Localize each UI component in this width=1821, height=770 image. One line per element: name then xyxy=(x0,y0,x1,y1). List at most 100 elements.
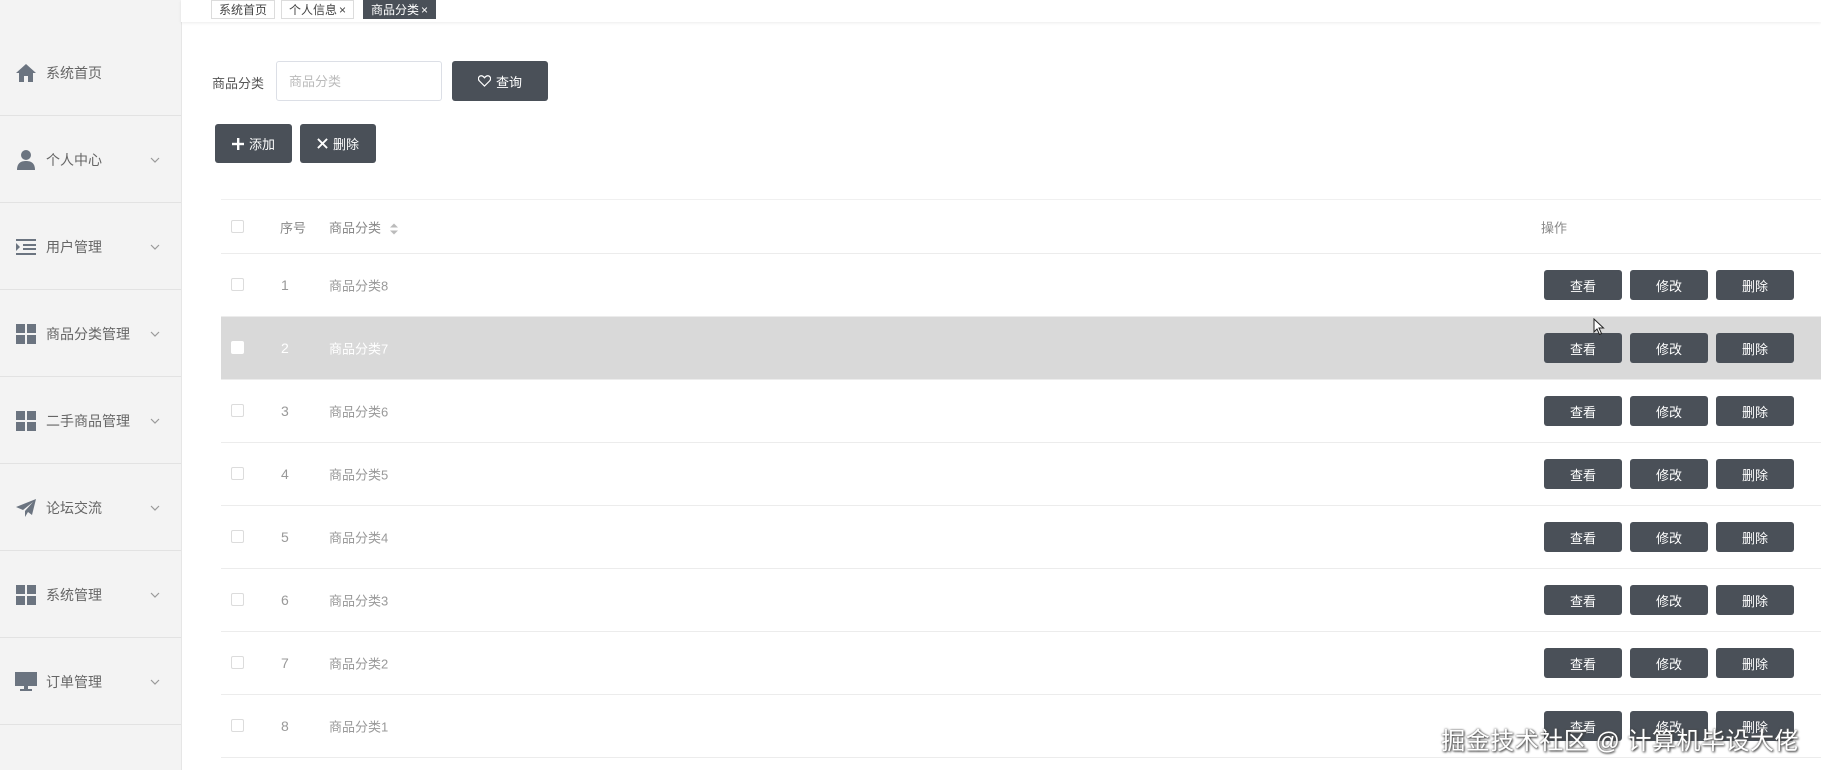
row-name: 商品分类8 xyxy=(329,278,389,294)
view-button[interactable]: 查看 xyxy=(1544,396,1622,426)
sidebar-item-label: 系统首页 xyxy=(46,64,102,81)
sidebar-item-label: 订单管理 xyxy=(46,673,102,690)
sidebar-item-category-management[interactable]: 商品分类管理 xyxy=(0,291,181,377)
row-name: 商品分类6 xyxy=(329,404,389,420)
sidebar-item-label: 系统管理 xyxy=(46,586,102,603)
sidebar-item-secondhand-management[interactable]: 二手商品管理 xyxy=(0,378,181,464)
sidebar-item-user-management[interactable]: 用户管理 xyxy=(0,204,181,290)
sidebar-item-label: 个人中心 xyxy=(46,151,102,168)
monitor-icon xyxy=(14,670,38,694)
row-checkbox[interactable] xyxy=(231,278,244,291)
chevron-down-icon xyxy=(150,679,160,685)
edit-button[interactable]: 修改 xyxy=(1630,270,1708,300)
add-button[interactable]: 添加 xyxy=(215,124,292,163)
table-row: 2 商品分类7 查看 修改 删除 xyxy=(221,317,1821,380)
tab-label: 商品分类 xyxy=(371,3,420,17)
row-index: 5 xyxy=(281,529,289,545)
row-index: 4 xyxy=(281,466,289,482)
row-checkbox[interactable] xyxy=(231,593,244,606)
sidebar-item-label: 商品分类管理 xyxy=(46,325,130,342)
sidebar-item-home[interactable]: 系统首页 xyxy=(0,30,181,116)
row-checkbox[interactable] xyxy=(231,341,244,354)
batch-delete-button-label: 删除 xyxy=(332,137,359,152)
table-header: 序号 商品分类 操作 xyxy=(221,199,1821,254)
sidebar-item-system-management[interactable]: 系统管理 xyxy=(0,552,181,638)
tab-label: 个人信息 xyxy=(289,3,338,17)
header-actions: 操作 xyxy=(1541,220,1568,235)
delete-button[interactable]: 删除 xyxy=(1716,522,1794,552)
delete-button[interactable]: 删除 xyxy=(1716,333,1794,363)
batch-delete-button[interactable]: 删除 xyxy=(300,124,376,163)
row-checkbox[interactable] xyxy=(231,719,244,732)
table-row: 5 商品分类4 查看 修改 删除 xyxy=(221,506,1821,569)
row-checkbox[interactable] xyxy=(231,404,244,417)
home-icon xyxy=(14,61,38,85)
close-icon[interactable]: × xyxy=(421,3,428,17)
plus-icon xyxy=(231,137,244,150)
chevron-down-icon xyxy=(150,505,160,511)
sidebar-item-personal-center[interactable]: 个人中心 xyxy=(0,117,181,203)
table-row: 1 商品分类8 查看 修改 删除 xyxy=(221,254,1821,317)
row-index: 2 xyxy=(281,340,289,356)
sidebar-item-order-management[interactable]: 订单管理 xyxy=(0,639,181,725)
search-label: 商品分类 xyxy=(212,76,265,91)
view-button[interactable]: 查看 xyxy=(1544,333,1622,363)
edit-button[interactable]: 修改 xyxy=(1630,585,1708,615)
row-name: 商品分类7 xyxy=(329,341,389,357)
sidebar-item-label: 用户管理 xyxy=(46,238,102,255)
watermark: 掘金技术社区 @ 计算机毕设大佬 xyxy=(1441,728,1799,755)
edit-button[interactable]: 修改 xyxy=(1630,459,1708,489)
add-button-label: 添加 xyxy=(248,137,275,152)
grid-icon xyxy=(14,322,38,346)
row-checkbox[interactable] xyxy=(231,530,244,543)
search-button-label: 查询 xyxy=(495,74,522,90)
row-name: 商品分类1 xyxy=(329,719,389,735)
paper-plane-icon xyxy=(14,496,38,520)
close-icon[interactable]: × xyxy=(339,3,346,17)
row-name: 商品分类3 xyxy=(329,593,389,609)
chevron-down-icon xyxy=(150,157,160,163)
edit-button[interactable]: 修改 xyxy=(1630,648,1708,678)
view-button[interactable]: 查看 xyxy=(1544,270,1622,300)
row-index: 7 xyxy=(281,655,289,671)
delete-button[interactable]: 删除 xyxy=(1716,270,1794,300)
sidebar-item-forum[interactable]: 论坛交流 xyxy=(0,465,181,551)
delete-button[interactable]: 删除 xyxy=(1716,585,1794,615)
user-icon xyxy=(14,148,38,172)
tab-personal-info[interactable]: 个人信息 × xyxy=(281,0,355,19)
delete-button[interactable]: 删除 xyxy=(1716,459,1794,489)
search-button[interactable]: 查询 xyxy=(452,61,548,101)
row-index: 8 xyxy=(281,718,289,734)
header-index: 序号 xyxy=(280,220,307,235)
view-button[interactable]: 查看 xyxy=(1544,648,1622,678)
row-checkbox[interactable] xyxy=(231,467,244,480)
edit-button[interactable]: 修改 xyxy=(1630,333,1708,363)
view-button[interactable]: 查看 xyxy=(1544,522,1622,552)
edit-button[interactable]: 修改 xyxy=(1630,522,1708,552)
row-index: 6 xyxy=(281,592,289,608)
chevron-down-icon xyxy=(150,244,160,250)
row-checkbox[interactable] xyxy=(231,656,244,669)
close-icon xyxy=(317,138,328,149)
view-button[interactable]: 查看 xyxy=(1544,585,1622,615)
row-index: 1 xyxy=(281,277,289,293)
sidebar-item-label: 论坛交流 xyxy=(46,499,102,516)
tab-label: 系统首页 xyxy=(219,3,268,17)
delete-button[interactable]: 删除 xyxy=(1716,396,1794,426)
table-row: 6 商品分类3 查看 修改 删除 xyxy=(221,569,1821,632)
header-name[interactable]: 商品分类 xyxy=(329,217,398,236)
delete-button[interactable]: 删除 xyxy=(1716,648,1794,678)
edit-button[interactable]: 修改 xyxy=(1630,396,1708,426)
indent-icon xyxy=(14,235,38,259)
tab-product-category[interactable]: 商品分类 × xyxy=(363,0,437,19)
select-all-checkbox[interactable] xyxy=(231,219,244,233)
chevron-down-icon xyxy=(150,418,160,424)
sidebar: 系统首页 个人中心 用户管理 商品分类管理 二手商品管理 论坛交流 系统管理 订… xyxy=(0,0,182,770)
sidebar-item-label: 二手商品管理 xyxy=(46,412,130,429)
row-name: 商品分类4 xyxy=(329,530,389,546)
sort-icon[interactable] xyxy=(389,223,398,235)
mouse-cursor-icon xyxy=(1593,318,1605,336)
tab-home[interactable]: 系统首页 xyxy=(211,0,276,19)
search-input[interactable] xyxy=(276,61,442,101)
view-button[interactable]: 查看 xyxy=(1544,459,1622,489)
